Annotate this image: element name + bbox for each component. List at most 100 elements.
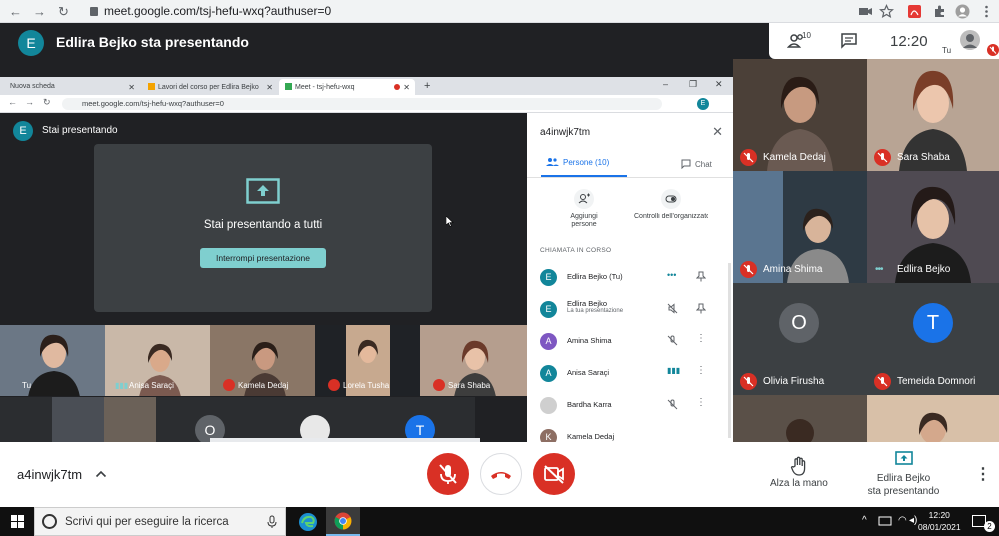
- forward-icon[interactable]: →: [32, 4, 47, 19]
- add-people-button[interactable]: Aggiungi persone: [559, 189, 609, 229]
- inner-tab-label: Meet - tsj-hefu-wxq: [295, 84, 355, 91]
- chat-icon[interactable]: [840, 32, 858, 50]
- tile-name: Olivia Firusha: [763, 376, 825, 387]
- video-tile[interactable]: Sara Shaba: [867, 59, 999, 171]
- volume-icon[interactable]: ◂): [909, 515, 917, 526]
- participant-row[interactable]: A Anisa Saraçi ▮▮▮ ⋮: [527, 357, 733, 389]
- participant-row[interactable]: E Edlira Bejko La tua presentazione: [527, 293, 733, 325]
- tab-people[interactable]: Persone (10): [546, 157, 609, 167]
- panel-scrollbar[interactable]: [728, 263, 731, 438]
- inner-video-tile[interactable]: Tu: [0, 325, 105, 396]
- menu-dots-icon[interactable]: [979, 4, 994, 19]
- hand-icon[interactable]: [790, 456, 808, 476]
- new-tab-icon[interactable]: +: [424, 80, 430, 92]
- speaking-icon: ▮▮▮: [115, 381, 129, 390]
- people-icon: [546, 158, 559, 166]
- participant-name: Kamela Dedaj: [567, 432, 615, 441]
- inner-video-tile[interactable]: ▮▮▮ Anisa Saraçi: [105, 325, 210, 396]
- self-avatar[interactable]: [959, 29, 981, 51]
- inner-video-tile[interactable]: O: [160, 397, 265, 442]
- present-now-icon[interactable]: [895, 451, 913, 466]
- more-options-icon[interactable]: ⋮: [696, 397, 706, 408]
- shared-screen: Nuova scheda ✕ Lavori del corso per Edlir…: [0, 77, 733, 442]
- muted-mic-icon: [740, 149, 757, 166]
- host-controls-label: Controlli dell'organizzatore: [634, 213, 708, 220]
- camera-indicator-icon[interactable]: [858, 4, 873, 19]
- camera-toggle-button[interactable]: [533, 453, 575, 495]
- minimize-icon[interactable]: –: [663, 79, 668, 89]
- more-options-icon[interactable]: ⋮: [696, 333, 706, 344]
- stop-presenting-button[interactable]: Interrompi presentazione: [200, 248, 326, 268]
- tray-chevron-icon[interactable]: ^: [862, 515, 867, 526]
- speaking-dots-icon: •••: [667, 270, 677, 280]
- muted-mic-icon: [433, 379, 445, 391]
- inner-back-icon[interactable]: ←: [8, 97, 17, 107]
- inner-video-tile[interactable]: [265, 397, 370, 442]
- close-tab-icon[interactable]: ✕: [128, 83, 135, 92]
- inner-tab[interactable]: Lavori del corso per Edlira Bejko ✕: [142, 79, 278, 95]
- pin-icon[interactable]: [696, 303, 706, 314]
- pdf-extension-icon[interactable]: [907, 4, 922, 19]
- inner-url-field[interactable]: meet.google.com/tsj-hefu-wxq?authuser=0: [62, 98, 662, 110]
- participant-avatar: K: [540, 429, 557, 442]
- chrome-taskbar-button[interactable]: [326, 507, 360, 536]
- inner-tab-active[interactable]: Meet - tsj-hefu-wxq ✕: [279, 79, 415, 95]
- meeting-clock: 12:20: [890, 33, 928, 50]
- inner-video-tile[interactable]: T: [370, 397, 475, 442]
- bookmark-star-icon[interactable]: [879, 4, 894, 19]
- microphone-icon[interactable]: [267, 515, 277, 529]
- network-icon[interactable]: [878, 516, 892, 527]
- close-tab-icon[interactable]: ✕: [266, 83, 273, 92]
- wifi-icon[interactable]: ◠: [898, 515, 907, 526]
- inner-video-tile[interactable]: Kamela Dedaj: [210, 325, 315, 396]
- taskbar-search[interactable]: Scrivi qui per eseguire la ricerca: [34, 507, 286, 536]
- participant-row[interactable]: A Amina Shima ⋮: [527, 325, 733, 357]
- inner-profile-avatar[interactable]: E: [697, 98, 709, 110]
- restore-icon[interactable]: ❐: [689, 79, 697, 90]
- participant-row[interactable]: E Edlira Bejko (Tu) •••: [527, 261, 733, 293]
- close-tab-icon[interactable]: ✕: [403, 83, 410, 92]
- inner-video-tile[interactable]: Lorela Tusha: [315, 325, 420, 396]
- tray-clock[interactable]: 12:20 08/01/2021: [918, 509, 961, 533]
- chevron-up-icon[interactable]: [95, 469, 107, 479]
- video-tile[interactable]: ••• Edlira Bejko: [867, 171, 999, 283]
- extensions-icon[interactable]: [932, 4, 947, 19]
- meeting-code[interactable]: a4inwjk7tm: [17, 467, 82, 482]
- reload-icon[interactable]: ↻: [56, 4, 71, 19]
- video-tile[interactable]: [867, 395, 999, 442]
- edge-icon[interactable]: [298, 512, 318, 532]
- address-bar[interactable]: meet.google.com/tsj-hefu-wxq?authuser=0: [90, 4, 331, 18]
- video-tile[interactable]: [733, 395, 867, 442]
- microphone-toggle-button[interactable]: [427, 453, 469, 495]
- raise-hand-label[interactable]: Alza la mano: [770, 478, 828, 489]
- profile-avatar-icon[interactable]: [955, 4, 970, 19]
- self-muted-icon: [987, 44, 999, 56]
- window-close-icon[interactable]: ✕: [715, 79, 723, 90]
- inner-reload-icon[interactable]: ↻: [43, 97, 51, 108]
- leave-call-button[interactable]: [480, 453, 522, 495]
- participant-row[interactable]: Bardha Karra ⋮: [527, 389, 733, 421]
- back-icon[interactable]: ←: [8, 4, 23, 19]
- presenting-status[interactable]: Edlira Bejko sta presentando: [866, 472, 941, 498]
- video-tile[interactable]: T Temeida Domnori: [867, 283, 999, 395]
- participant-avatar: E: [540, 301, 557, 318]
- inner-video-tile[interactable]: [0, 397, 160, 442]
- camera-off-icon: [544, 465, 564, 484]
- inner-forward-icon[interactable]: →: [25, 97, 34, 107]
- inner-video-tile[interactable]: Sara Shaba: [420, 325, 527, 396]
- participant-row[interactable]: K Kamela Dedaj: [527, 421, 733, 442]
- host-controls-button[interactable]: Controlli dell'organizzatore: [634, 189, 708, 221]
- close-panel-icon[interactable]: ✕: [712, 124, 723, 140]
- video-tile[interactable]: Kamela Dedaj: [733, 59, 867, 171]
- cortana-icon: [42, 514, 57, 529]
- participant-name: Amina Shima: [567, 336, 612, 345]
- video-tile[interactable]: O Olivia Firusha: [733, 283, 867, 395]
- tab-chat[interactable]: Chat: [681, 159, 712, 169]
- more-options-icon[interactable]: ⋮: [696, 365, 706, 376]
- windows-start-icon[interactable]: [11, 515, 24, 528]
- inner-tab[interactable]: Nuova scheda ✕: [4, 79, 140, 95]
- video-tile[interactable]: Amina Shima: [733, 171, 867, 283]
- tile-name: Anisa Saraçi: [129, 381, 174, 390]
- pin-icon[interactable]: [696, 271, 706, 282]
- more-options-icon[interactable]: ⋮: [975, 464, 991, 484]
